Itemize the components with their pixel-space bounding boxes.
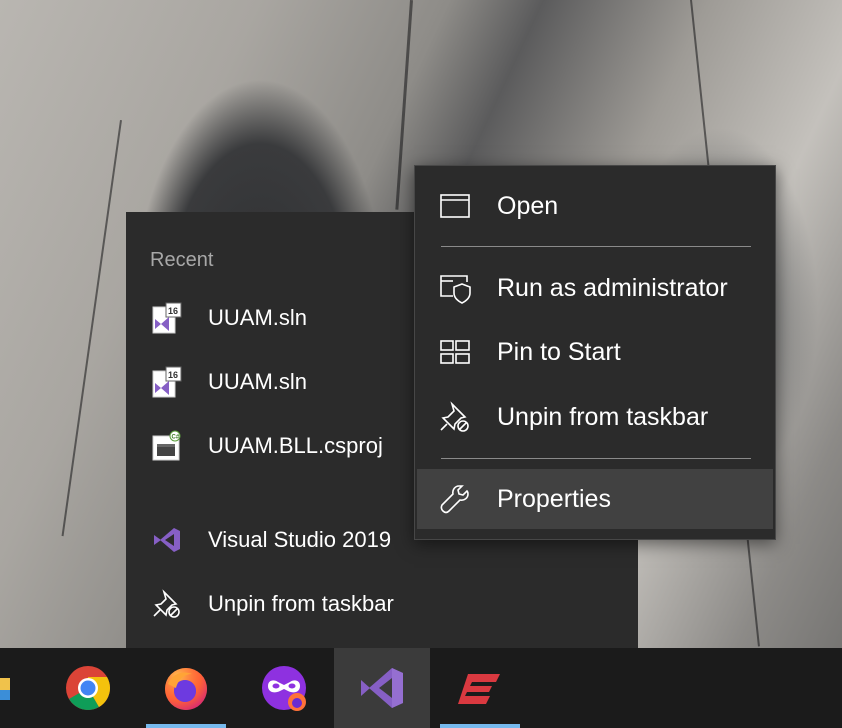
firefox-icon: [165, 668, 207, 710]
context-menu-label: Unpin from taskbar: [497, 403, 709, 431]
jump-list-item-label: UUAM.sln: [208, 305, 308, 330]
context-menu-separator: [441, 458, 751, 459]
unpin-icon: [153, 589, 180, 618]
pin-to-start-icon: [440, 340, 470, 364]
unpin-icon: [440, 401, 469, 432]
taskbar-app-firefox-private[interactable]: [236, 648, 332, 728]
visual-studio-icon: [154, 528, 180, 552]
visual-studio-icon: [361, 668, 403, 708]
wallpaper-rock-crack: [395, 0, 413, 210]
jump-list-item-label: UUAM.BLL.csproj: [208, 433, 383, 458]
svg-text:C#: C#: [172, 435, 180, 441]
firefox-private-icon: [262, 666, 306, 711]
running-indicator: [146, 724, 226, 728]
vs-solution-icon: 16: [152, 302, 182, 334]
running-indicator: [440, 724, 520, 728]
context-menu-open[interactable]: Open: [415, 176, 775, 236]
jump-list-item-label: Unpin from taskbar: [208, 591, 394, 616]
jump-list-item-label: UUAM.sln: [208, 369, 308, 394]
file-explorer-icon: [0, 678, 10, 700]
jump-list-recent-header: Recent: [150, 249, 214, 271]
context-menu-unpin-from-taskbar[interactable]: Unpin from taskbar: [415, 387, 775, 447]
jump-list-task-unpin[interactable]: Unpin from taskbar: [126, 572, 638, 636]
expressvpn-icon: [458, 674, 500, 704]
context-menu-properties[interactable]: Properties: [417, 469, 773, 529]
csharp-project-icon: C#: [152, 430, 181, 461]
taskbar-app-firefox[interactable]: [138, 648, 234, 728]
svg-text:16: 16: [168, 370, 178, 380]
context-menu-run-as-admin[interactable]: Run as administrator: [415, 258, 775, 318]
vs-solution-icon: 16: [152, 366, 182, 398]
svg-text:16: 16: [168, 306, 178, 316]
chrome-icon: [66, 666, 110, 710]
context-menu-label: Properties: [497, 485, 611, 513]
window-icon: [440, 194, 470, 218]
taskbar-app-chrome[interactable]: [40, 648, 136, 728]
context-menu-label: Pin to Start: [497, 338, 621, 366]
wallpaper-rock-crack: [61, 120, 122, 537]
context-menu: Open Run as administrator Pin to Start U…: [414, 165, 776, 540]
shield-window-icon: [440, 275, 471, 304]
taskbar-app-expressvpn[interactable]: [432, 648, 528, 728]
taskbar-app-file-explorer[interactable]: [0, 648, 10, 728]
wrench-icon: [440, 485, 469, 514]
jump-list-item-label: Visual Studio 2019: [208, 527, 392, 552]
taskbar: [0, 648, 842, 728]
context-menu-label: Open: [497, 192, 559, 220]
context-menu-label: Run as administrator: [497, 274, 728, 302]
taskbar-app-visual-studio[interactable]: [334, 648, 430, 728]
context-menu-pin-to-start[interactable]: Pin to Start: [415, 322, 775, 382]
context-menu-separator: [441, 246, 751, 247]
